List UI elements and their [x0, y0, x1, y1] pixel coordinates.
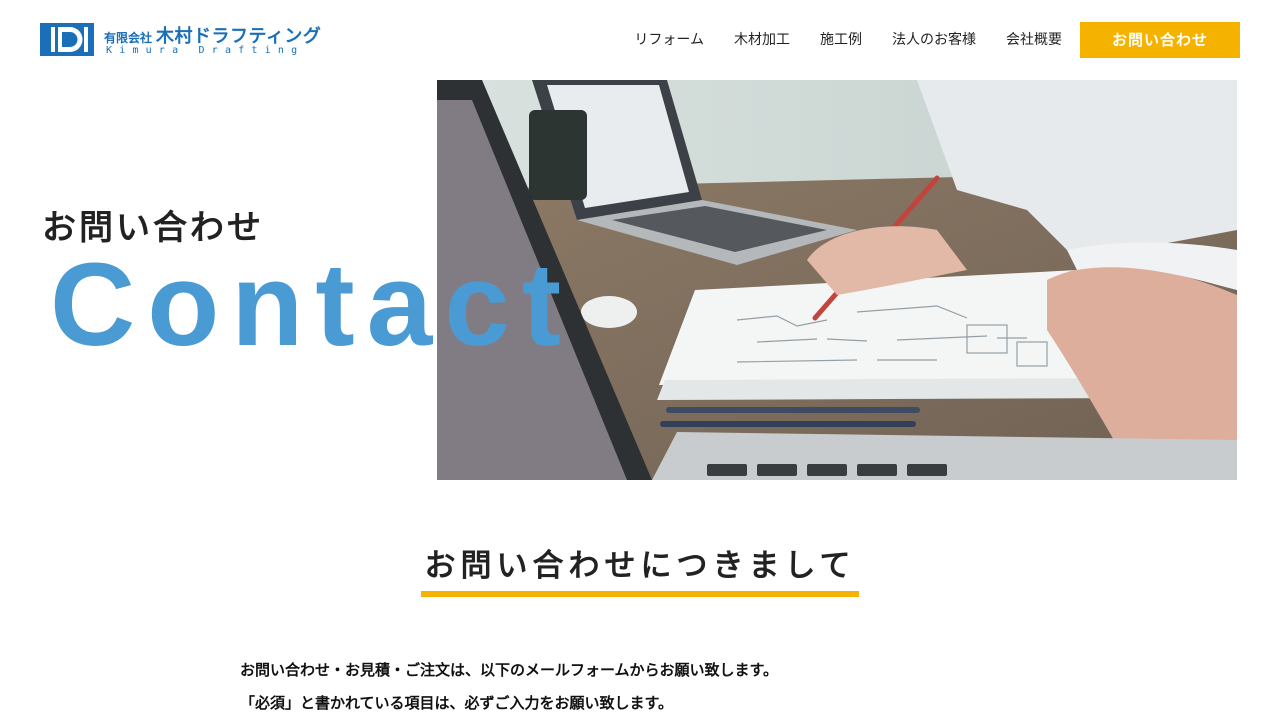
intro-line-1: お問い合わせ・お見積・ご注文は、以下のメールフォームからお願い致します。 [240, 661, 779, 679]
nav-item-reform[interactable]: リフォーム [634, 30, 704, 50]
nav-item-wood-processing[interactable]: 木材加工 [734, 30, 790, 50]
contact-page: 有限会社 木村ドラフティング Kimura Drafting リフォーム 木材加工… [0, 0, 1280, 720]
section-heading-text: お問い合わせにつきまして [421, 545, 859, 597]
nav-item-company[interactable]: 会社概要 [1006, 30, 1062, 50]
logo-mark-icon [40, 23, 94, 56]
nav-item-works[interactable]: 施工例 [820, 30, 862, 50]
main-nav: リフォーム 木材加工 施工例 法人のお客様 会社概要 [604, 30, 1062, 50]
intro-text: お問い合わせ・お見積・ご注文は、以下のメールフォームからお願い致します。 「必須… [240, 654, 1040, 720]
site-logo[interactable]: 有限会社 木村ドラフティング Kimura Drafting [40, 20, 330, 60]
logo-company-main: 木村ドラフティング [156, 26, 322, 47]
contact-button[interactable]: お問い合わせ [1080, 22, 1240, 58]
intro-line-2: 「必須」と書かれている項目は、必ずご入力をお願い致します。 [240, 694, 674, 712]
hero-title: Contact [50, 239, 574, 371]
logo-english-name: Kimura Drafting [106, 45, 305, 56]
nav-item-corporate[interactable]: 法人のお客様 [892, 30, 976, 50]
logo-company-prefix: 有限会社 [104, 31, 153, 45]
section-heading: お問い合わせにつきまして [0, 545, 1280, 597]
site-header: 有限会社 木村ドラフティング Kimura Drafting リフォーム 木材加工… [0, 0, 1280, 80]
